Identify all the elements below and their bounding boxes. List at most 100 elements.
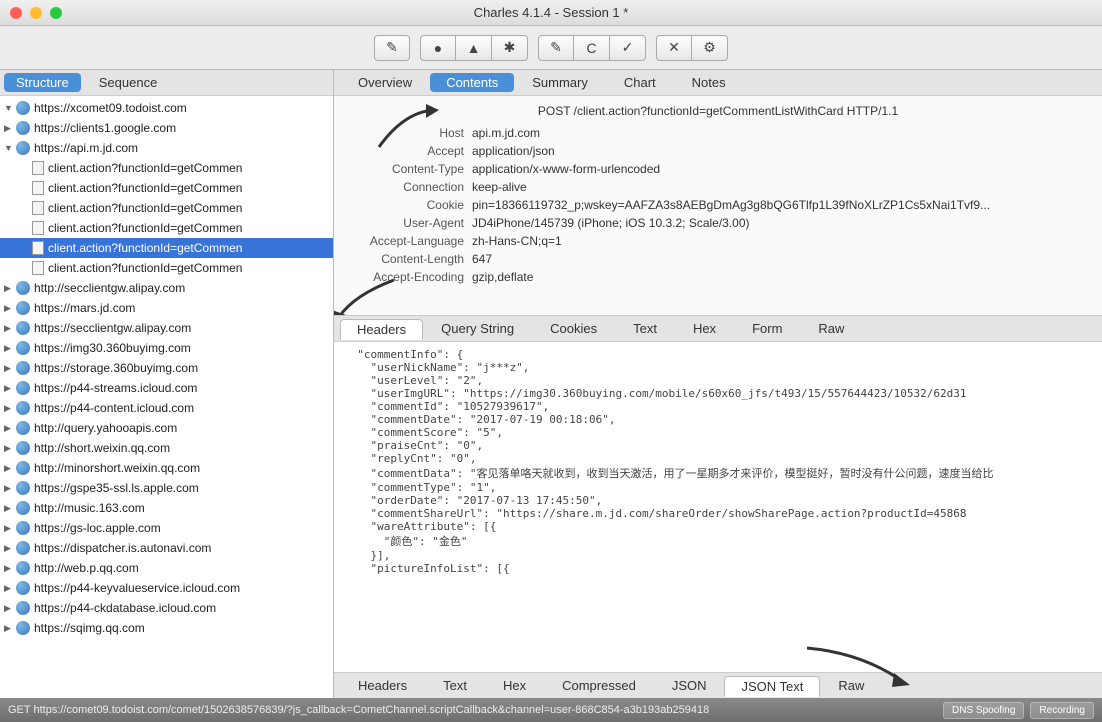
compose-button[interactable]: ✎: [538, 35, 574, 61]
host-item[interactable]: ▼https://xcomet09.todoist.com: [0, 98, 333, 118]
resptab-compressed[interactable]: Compressed: [544, 675, 654, 696]
host-item[interactable]: ▶https://mars.jd.com: [0, 298, 333, 318]
host-item[interactable]: ▶https://dispatcher.is.autonavi.com: [0, 538, 333, 558]
chevron-right-icon[interactable]: ▶: [4, 363, 14, 374]
host-item[interactable]: ▶http://minorshort.weixin.qq.com: [0, 458, 333, 478]
chevron-down-icon[interactable]: ▼: [4, 103, 14, 113]
host-item[interactable]: ▶https://img30.360buyimg.com: [0, 338, 333, 358]
tab-sequence[interactable]: Sequence: [85, 72, 172, 93]
resptab-json-text[interactable]: JSON Text: [724, 676, 820, 697]
recording-button[interactable]: Recording: [1030, 702, 1094, 719]
host-item[interactable]: ▶http://music.163.com: [0, 498, 333, 518]
chevron-right-icon[interactable]: ▶: [4, 563, 14, 574]
header-row: Content-Typeapplication/x-www-form-urlen…: [342, 160, 1094, 178]
chevron-right-icon[interactable]: ▶: [4, 403, 14, 414]
subtab-raw[interactable]: Raw: [800, 318, 862, 339]
request-item[interactable]: client.action?functionId=getCommen: [0, 238, 333, 258]
host-label: https://secclientgw.alipay.com: [34, 321, 191, 335]
chevron-right-icon[interactable]: ▶: [4, 123, 14, 134]
settings-button[interactable]: ⚙: [692, 35, 728, 61]
subtab-form[interactable]: Form: [734, 318, 800, 339]
host-item[interactable]: ▶https://sqimg.qq.com: [0, 618, 333, 638]
chevron-right-icon[interactable]: ▶: [4, 483, 14, 494]
host-item[interactable]: ▶ https://secclientgw.alipay.com: [0, 318, 333, 338]
globe-icon: [16, 501, 30, 515]
host-item[interactable]: ▶https://p44-ckdatabase.icloud.com: [0, 598, 333, 618]
close-button[interactable]: [10, 7, 22, 19]
chevron-right-icon[interactable]: ▶: [4, 583, 14, 594]
tab-overview[interactable]: Overview: [340, 72, 430, 93]
host-item[interactable]: ▶https://gspe35-ssl.ls.apple.com: [0, 478, 333, 498]
resptab-hex[interactable]: Hex: [485, 675, 544, 696]
request-sub-tabs: Headers Query String Cookies Text Hex Fo…: [334, 316, 1102, 342]
header-value: gzip,deflate: [472, 270, 1094, 284]
host-item[interactable]: ▶http://query.yahooapis.com: [0, 418, 333, 438]
host-item[interactable]: ▶ https://storage.360buyimg.com: [0, 358, 333, 378]
chevron-right-icon[interactable]: ▶: [4, 503, 14, 514]
header-name: Content-Type: [342, 162, 472, 176]
subtab-headers[interactable]: Headers: [340, 319, 423, 340]
breakpoints-button[interactable]: ✱: [492, 35, 528, 61]
chevron-right-icon[interactable]: ▶: [4, 463, 14, 474]
host-item[interactable]: ▶https://p44-streams.icloud.com: [0, 378, 333, 398]
document-icon: [32, 241, 44, 255]
subtab-query[interactable]: Query String: [423, 318, 532, 339]
resptab-raw[interactable]: Raw: [820, 675, 882, 696]
tab-notes[interactable]: Notes: [674, 72, 744, 93]
chevron-right-icon[interactable]: ▶: [4, 323, 14, 334]
validate-button[interactable]: ✓: [610, 35, 646, 61]
host-tree[interactable]: ▼https://xcomet09.todoist.com▶https://cl…: [0, 96, 333, 698]
host-item[interactable]: ▶https://p44-keyvalueservice.icloud.com: [0, 578, 333, 598]
subtab-cookies[interactable]: Cookies: [532, 318, 615, 339]
resptab-json[interactable]: JSON: [654, 675, 725, 696]
throttle-button[interactable]: ▲: [456, 35, 492, 61]
request-item[interactable]: client.action?functionId=getCommen: [0, 218, 333, 238]
globe-icon: [16, 521, 30, 535]
tab-contents[interactable]: Contents: [430, 73, 514, 92]
dns-spoofing-button[interactable]: DNS Spoofing: [943, 702, 1024, 719]
host-label: https://p44-content.icloud.com: [34, 401, 194, 415]
header-name: Accept-Language: [342, 234, 472, 248]
subtab-hex[interactable]: Hex: [675, 318, 734, 339]
header-name: Accept-Encoding: [342, 270, 472, 284]
globe-icon: [16, 341, 30, 355]
host-label: https://storage.360buyimg.com: [34, 361, 198, 375]
tab-chart[interactable]: Chart: [606, 72, 674, 93]
globe-icon: [16, 301, 30, 315]
resptab-text[interactable]: Text: [425, 675, 485, 696]
tab-structure[interactable]: Structure: [4, 73, 81, 92]
response-body[interactable]: "commentInfo": { "userNickName": "j***z"…: [334, 342, 1102, 672]
chevron-right-icon[interactable]: ▶: [4, 343, 14, 354]
chevron-right-icon[interactable]: ▶: [4, 543, 14, 554]
chevron-right-icon[interactable]: ▶: [4, 443, 14, 454]
tab-summary[interactable]: Summary: [514, 72, 606, 93]
request-item[interactable]: client.action?functionId=getCommen: [0, 258, 333, 278]
chevron-right-icon[interactable]: ▶: [4, 423, 14, 434]
host-item[interactable]: ▶http://web.p.qq.com: [0, 558, 333, 578]
host-item[interactable]: ▶http://short.weixin.qq.com: [0, 438, 333, 458]
chevron-right-icon[interactable]: ▶: [4, 283, 14, 294]
chevron-right-icon[interactable]: ▶: [4, 303, 14, 314]
request-item[interactable]: client.action?functionId=getCommen: [0, 178, 333, 198]
broom-button[interactable]: ✎: [374, 35, 410, 61]
chevron-right-icon[interactable]: ▶: [4, 603, 14, 614]
chevron-right-icon[interactable]: ▶: [4, 383, 14, 394]
minimize-button[interactable]: [30, 7, 42, 19]
request-item[interactable]: client.action?functionId=getCommen: [0, 158, 333, 178]
chevron-right-icon[interactable]: ▶: [4, 623, 14, 634]
maximize-button[interactable]: [50, 7, 62, 19]
host-item[interactable]: ▶https://gs-loc.apple.com: [0, 518, 333, 538]
header-name: Host: [342, 126, 472, 140]
host-item[interactable]: ▶https://clients1.google.com: [0, 118, 333, 138]
resptab-headers[interactable]: Headers: [340, 675, 425, 696]
tools-button[interactable]: ✕: [656, 35, 692, 61]
host-item[interactable]: ▶http://secclientgw.alipay.com: [0, 278, 333, 298]
chevron-right-icon[interactable]: ▶: [4, 523, 14, 534]
host-item[interactable]: ▼https://api.m.jd.com: [0, 138, 333, 158]
repeat-button[interactable]: C: [574, 35, 610, 61]
host-item[interactable]: ▶ https://p44-content.icloud.com: [0, 398, 333, 418]
request-item[interactable]: client.action?functionId=getCommen: [0, 198, 333, 218]
chevron-down-icon[interactable]: ▼: [4, 143, 14, 153]
record-button[interactable]: ●: [420, 35, 456, 61]
subtab-text[interactable]: Text: [615, 318, 675, 339]
